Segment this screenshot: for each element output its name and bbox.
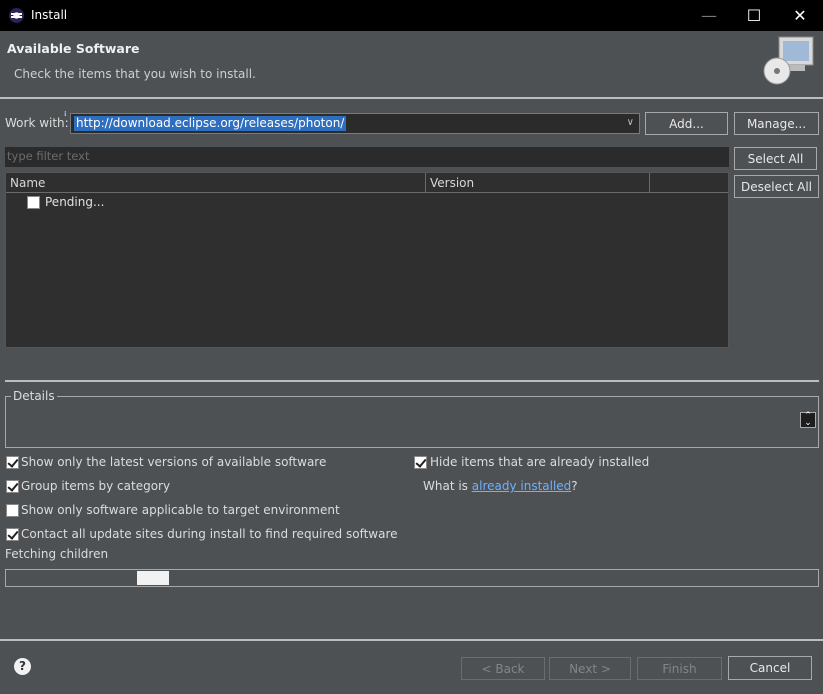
- finish-button-label: Finish: [662, 661, 697, 676]
- next-button[interactable]: Next >: [549, 657, 631, 680]
- help-icon[interactable]: ?: [14, 658, 31, 675]
- page-title: Available Software: [7, 41, 140, 56]
- manage-button[interactable]: Manage...: [734, 112, 819, 135]
- details-label: Details: [11, 389, 57, 403]
- eclipse-icon: [9, 8, 24, 23]
- work-with-label: Work with:: [5, 116, 69, 130]
- table-row[interactable]: Pending...: [6, 194, 728, 212]
- details-group: Details: [5, 389, 819, 448]
- details-scroll-spinner[interactable]: ⌃ ⌄: [800, 412, 816, 428]
- header-separator: [0, 97, 823, 99]
- work-with-combo[interactable]: http://download.eclipse.org/releases/pho…: [70, 113, 640, 134]
- table-header: Name Version: [6, 173, 728, 193]
- footer-separator: [0, 639, 823, 641]
- contact-sites-label: Contact all update sites during install …: [21, 527, 398, 541]
- back-button[interactable]: < Back: [461, 657, 545, 680]
- splitter[interactable]: [5, 380, 819, 382]
- filter-input[interactable]: type filter text: [5, 147, 729, 167]
- finish-button[interactable]: Finish: [637, 657, 722, 680]
- manage-button-label: Manage...: [746, 116, 807, 131]
- deselect-all-label: Deselect All: [741, 179, 812, 194]
- install-banner-icon: [763, 36, 814, 85]
- info-icon: ℹ: [64, 110, 67, 118]
- add-button-label: Add...: [669, 116, 704, 131]
- deselect-all-button[interactable]: Deselect All: [734, 175, 819, 198]
- title-bar: Install — ☐ ✕: [0, 0, 823, 31]
- select-all-label: Select All: [747, 151, 804, 166]
- hide-installed-label: Hide items that are already installed: [430, 455, 650, 469]
- back-button-label: < Back: [481, 661, 525, 676]
- cancel-button[interactable]: Cancel: [728, 656, 812, 680]
- close-button[interactable]: ✕: [777, 0, 823, 31]
- latest-versions-label: Show only the latest versions of availab…: [21, 455, 327, 469]
- what-is-prefix: What is: [423, 479, 472, 493]
- window-title: Install: [31, 8, 68, 22]
- work-with-value: http://download.eclipse.org/releases/pho…: [74, 116, 347, 131]
- row-checkbox[interactable]: [27, 196, 40, 209]
- select-all-button[interactable]: Select All: [734, 147, 817, 170]
- what-is-suffix: ?: [571, 479, 578, 493]
- software-table[interactable]: Name Version Pending...: [5, 172, 729, 348]
- group-by-category-label: Group items by category: [21, 479, 171, 493]
- hide-installed-checkbox[interactable]: [414, 456, 427, 469]
- add-button[interactable]: Add...: [645, 112, 728, 135]
- target-env-checkbox[interactable]: [6, 504, 19, 517]
- minimize-button[interactable]: —: [686, 0, 732, 31]
- column-header-version[interactable]: Version: [426, 173, 650, 193]
- what-is-text: What is already installed?: [423, 479, 578, 493]
- target-env-label: Show only software applicable to target …: [21, 503, 340, 517]
- wizard-header: Available Software Check the items that …: [0, 31, 823, 98]
- row-name: Pending...: [45, 195, 105, 209]
- group-by-category-checkbox[interactable]: [6, 480, 19, 493]
- next-button-label: Next >: [569, 661, 611, 676]
- already-installed-link[interactable]: already installed: [472, 479, 572, 493]
- chevron-down-icon[interactable]: ∨: [627, 117, 634, 128]
- page-subtitle: Check the items that you wish to install…: [14, 67, 256, 81]
- maximize-button[interactable]: ☐: [731, 0, 777, 31]
- latest-versions-checkbox[interactable]: [6, 456, 19, 469]
- column-header-name[interactable]: Name: [6, 173, 426, 193]
- contact-sites-checkbox[interactable]: [6, 528, 19, 541]
- progress-bar: [5, 569, 819, 587]
- status-text: Fetching children: [5, 547, 109, 561]
- cancel-button-label: Cancel: [749, 661, 791, 675]
- progress-indicator: [137, 571, 169, 585]
